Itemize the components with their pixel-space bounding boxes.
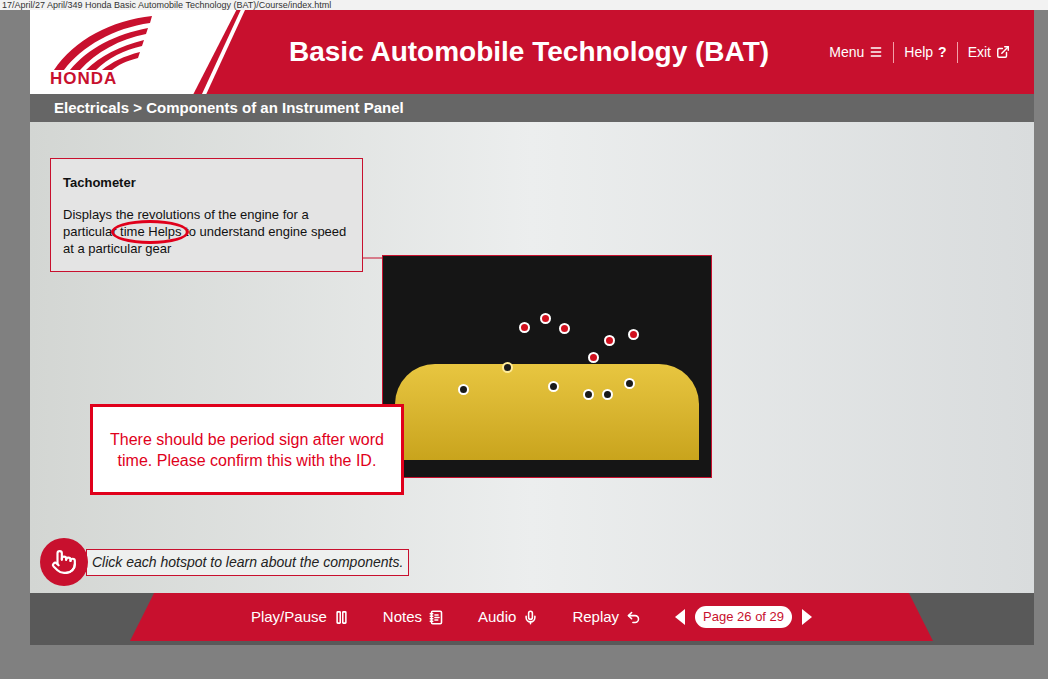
course-title: Basic Automobile Technology (BAT) [289, 31, 769, 73]
pause-icon [334, 610, 349, 625]
help-glyph: ? [938, 42, 947, 63]
instruction: Click each hotspot to learn about the co… [40, 538, 409, 586]
hotspot[interactable] [628, 329, 639, 340]
slide-canvas: Tachometer Displays the revolutions of th… [30, 122, 1034, 593]
player-control[interactable]: Play/Pause [251, 606, 349, 629]
notes-icon [429, 610, 444, 625]
hotspot[interactable] [519, 322, 530, 333]
next-icon[interactable] [802, 609, 812, 625]
external-link-icon [996, 45, 1010, 59]
course-window: HONDA Basic Automobile Technology (BAT) Me… [30, 10, 1034, 645]
pointer-icon [51, 549, 77, 575]
page-indicator: Page 26 of 29 [695, 606, 792, 628]
menu-icon [869, 45, 883, 59]
instrument-panel-image [382, 255, 712, 478]
hotspot[interactable] [583, 389, 594, 400]
player-control[interactable]: Notes [383, 606, 444, 629]
address-bar: 17/April/27 April/349 Honda Basic Automo… [0, 0, 1048, 10]
header-nav: MenuHelp?Exit [819, 42, 1034, 63]
nav-link[interactable]: Help? [893, 42, 956, 63]
breadcrumb-bar: Electricals > Components of an Instrumen… [30, 94, 1034, 122]
hotspot[interactable] [559, 323, 570, 334]
popup-description: Displays the revolutions of the engine f… [63, 206, 350, 257]
pager: Page 26 of 29 [675, 606, 812, 628]
hotspot[interactable] [602, 389, 613, 400]
footer: Play/Pause Notes Audio Replay Page 26 of 29 [30, 593, 1034, 645]
hotspot[interactable] [502, 362, 513, 373]
nav-link[interactable]: Exit [957, 42, 1020, 63]
circled-text: time Helps [120, 224, 181, 239]
hotspot-popup: Tachometer Displays the revolutions of th… [50, 158, 363, 272]
hotspot[interactable] [548, 381, 559, 392]
instruction-text: Click each hotspot to learn about the co… [86, 549, 409, 576]
logo: HONDA [30, 10, 245, 94]
nav-link[interactable]: Menu [819, 42, 893, 63]
logo-text: HONDA [50, 70, 117, 88]
popup-title: Tachometer [63, 173, 350, 193]
player-control[interactable]: Replay [572, 606, 641, 629]
microphone-icon [523, 610, 538, 625]
header: HONDA Basic Automobile Technology (BAT) Me… [30, 10, 1034, 94]
hotspot[interactable] [458, 384, 469, 395]
wing-icon [50, 14, 154, 72]
replay-icon [626, 610, 641, 625]
review-ellipse [111, 220, 188, 244]
hotspot[interactable] [540, 313, 551, 324]
hotspot[interactable] [604, 335, 615, 346]
player-control[interactable]: Audio [478, 606, 538, 629]
breadcrumb: Electricals > Components of an Instrumen… [54, 97, 404, 120]
review-annotation: There should be period sign after word t… [90, 404, 404, 495]
hotspot[interactable] [588, 352, 599, 363]
previous-icon[interactable] [675, 609, 685, 625]
player-bar: Play/Pause Notes Audio Replay Page 26 of 29 [130, 593, 933, 641]
app: 17/April/27 April/349 Honda Basic Automo… [0, 0, 1048, 679]
hand-badge [40, 538, 88, 586]
hotspot[interactable] [624, 378, 635, 389]
